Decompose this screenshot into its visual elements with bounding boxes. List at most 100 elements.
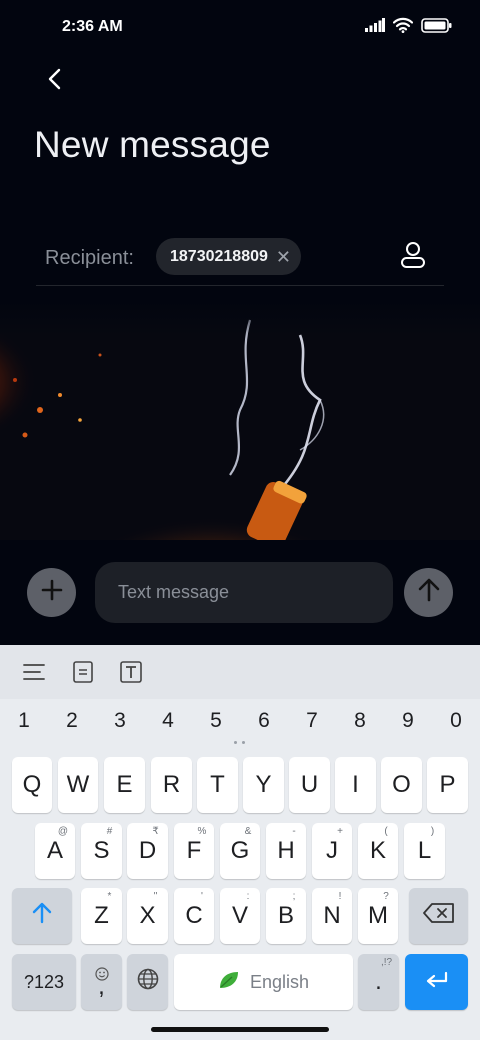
- key-p[interactable]: P: [427, 757, 468, 813]
- status-bar: 2:36 AM: [0, 0, 480, 56]
- attach-button[interactable]: [27, 568, 76, 617]
- key-f-hint: %: [197, 826, 207, 837]
- key-b[interactable]: ; B: [266, 888, 306, 944]
- key-j-label: J: [326, 837, 338, 864]
- key-2[interactable]: 2: [57, 709, 87, 733]
- key-v-label: V: [231, 902, 248, 929]
- key-0[interactable]: 0: [441, 709, 471, 733]
- message-input-placeholder: Text message: [118, 582, 230, 602]
- period-label: .: [375, 968, 382, 995]
- key-c-label: C: [185, 902, 203, 929]
- key-h-label: H: [277, 837, 295, 864]
- key-u[interactable]: U: [289, 757, 330, 813]
- key-q[interactable]: Q: [12, 757, 52, 813]
- key-4[interactable]: 4: [153, 709, 183, 733]
- key-n-hint: !: [338, 891, 342, 902]
- key-b-label: B: [277, 902, 294, 929]
- symbols-key[interactable]: ?123: [12, 954, 76, 1010]
- add-contact-button[interactable]: [396, 240, 430, 274]
- space-key-label: English: [249, 971, 310, 992]
- key-s-hint: #: [106, 826, 113, 837]
- enter-arrow-icon: [425, 968, 449, 996]
- status-time: 2:36 AM: [62, 18, 123, 35]
- key-a[interactable]: @ A: [35, 823, 75, 879]
- key-m[interactable]: ? M: [358, 888, 398, 944]
- recipient-chip[interactable]: 18730218809 ✕: [156, 238, 301, 275]
- key-k[interactable]: (K: [358, 823, 398, 879]
- remove-recipient-icon[interactable]: ✕: [276, 248, 291, 266]
- period-key-hint: ,!?: [380, 957, 393, 968]
- key-5[interactable]: 5: [201, 709, 231, 733]
- recipient-row[interactable]: Recipient: 18730218809 ✕: [36, 234, 444, 286]
- key-y[interactable]: Y: [243, 757, 284, 813]
- key-w[interactable]: W: [58, 757, 98, 813]
- shift-key[interactable]: [12, 888, 72, 944]
- key-m-hint: ?: [383, 891, 389, 902]
- emoji-comma-key[interactable]: ,: [81, 954, 122, 1010]
- chevron-left-icon: [47, 68, 63, 95]
- key-t[interactable]: T: [197, 757, 238, 813]
- key-z[interactable]: * Z: [81, 888, 122, 944]
- text-format-icon[interactable]: [118, 659, 144, 685]
- send-button[interactable]: [404, 568, 453, 617]
- recipient-chip-number: 18730218809: [170, 247, 268, 265]
- key-v-hint: :: [246, 891, 250, 902]
- key-x[interactable]: " X: [127, 888, 168, 944]
- key-c-hint: ': [201, 891, 203, 902]
- key-s[interactable]: # S: [81, 823, 122, 879]
- key-i[interactable]: I: [335, 757, 376, 813]
- globe-icon: [137, 968, 159, 997]
- period-key[interactable]: ,!? .: [358, 954, 399, 1010]
- key-j-hint: +: [337, 826, 343, 837]
- clipboard-icon[interactable]: [70, 659, 96, 685]
- menu-lines-icon[interactable]: [21, 659, 47, 685]
- key-c[interactable]: ' C: [174, 888, 214, 944]
- key-e[interactable]: E: [104, 757, 145, 813]
- key-7[interactable]: 7: [297, 709, 327, 733]
- back-button[interactable]: [36, 62, 74, 100]
- key-o[interactable]: O: [381, 757, 422, 813]
- key-d-hint: ₹: [152, 826, 159, 837]
- key-n[interactable]: ! N: [312, 888, 352, 944]
- status-icons: [365, 17, 452, 38]
- key-h-hint: -: [292, 826, 296, 837]
- key-h[interactable]: -H: [266, 823, 306, 879]
- signal-icon: [365, 18, 385, 37]
- key-8[interactable]: 8: [345, 709, 375, 733]
- key-k-hint: (: [384, 826, 388, 837]
- home-indicator[interactable]: [151, 1027, 329, 1032]
- enter-key[interactable]: [405, 954, 468, 1010]
- key-g[interactable]: & G: [220, 823, 260, 879]
- key-l[interactable]: ) L: [404, 823, 445, 879]
- shift-arrow-icon: [31, 902, 53, 931]
- battery-icon: [421, 17, 452, 38]
- wifi-icon: [392, 17, 414, 38]
- key-a-hint: @: [57, 826, 69, 837]
- key-n-label: N: [323, 902, 341, 929]
- key-d[interactable]: ₹ D: [127, 823, 168, 879]
- key-9[interactable]: 9: [393, 709, 423, 733]
- key-3[interactable]: 3: [105, 709, 135, 733]
- keyboard-toolbar: [0, 645, 480, 699]
- key-d-label: D: [138, 837, 157, 864]
- key-f[interactable]: % F: [174, 823, 214, 879]
- key-r[interactable]: R: [151, 757, 192, 813]
- key-f-label: F: [186, 837, 202, 864]
- key-g-label: G: [230, 837, 250, 864]
- backspace-key[interactable]: [409, 888, 468, 944]
- language-key[interactable]: [127, 954, 168, 1010]
- space-key[interactable]: English: [174, 954, 353, 1010]
- emoji-icon: [81, 960, 122, 988]
- message-input[interactable]: Text message: [95, 562, 393, 623]
- key-6[interactable]: 6: [249, 709, 279, 733]
- leaf-icon: [218, 970, 240, 995]
- key-v[interactable]: :V: [220, 888, 260, 944]
- key-1[interactable]: 1: [9, 709, 39, 733]
- plus-icon: [40, 578, 64, 607]
- key-j[interactable]: + J: [312, 823, 352, 879]
- number-row: 1 2 3 4 5 6 7 8 9 0: [0, 709, 480, 739]
- key-l-hint: ): [430, 826, 435, 837]
- page-title: New message: [34, 124, 271, 165]
- key-z-hint: *: [107, 891, 112, 902]
- keyboard: 1 2 3 4 5 6 7 8 9 0 Q W E R T Y U I O P …: [0, 645, 480, 1040]
